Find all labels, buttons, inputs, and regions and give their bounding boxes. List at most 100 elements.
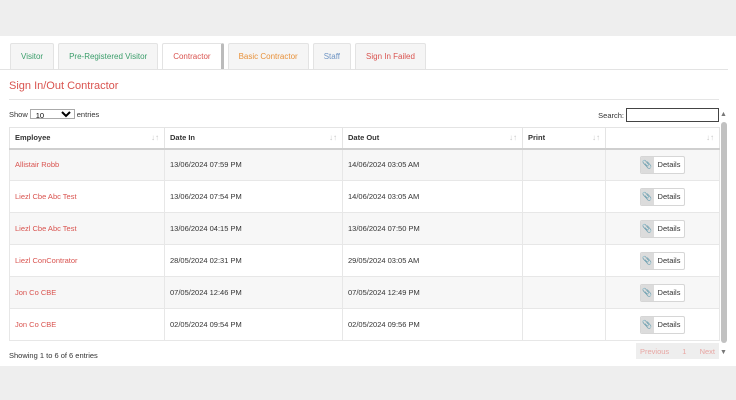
search-label: Search: <box>598 110 624 120</box>
table-row: Jon Co CBE 02/05/2024 09:54 PM 02/05/202… <box>9 308 720 341</box>
cell-date-out: 29/05/2024 03:05 AM <box>342 244 523 277</box>
search-input[interactable] <box>626 108 719 122</box>
paperclip-icon: 📎 <box>640 220 654 237</box>
cell-print <box>522 180 606 213</box>
cell-employee[interactable]: Liezl Cbe Abc Test <box>9 212 165 245</box>
sort-arrows-icon: ↓↑ <box>329 133 337 142</box>
details-button[interactable]: 📎 Details <box>639 315 686 334</box>
sort-arrows-icon: ↓↑ <box>151 133 159 142</box>
cell-date-in: 13/06/2024 04:15 PM <box>164 212 343 245</box>
tab-bar: Visitor Pre-Registered Visitor Contracto… <box>10 43 430 69</box>
contractor-table: Employee ↓↑ Date In ↓↑ Date Out ↓↑ Print ↓↑ … <box>9 127 720 341</box>
paperclip-icon: 📎 <box>640 252 654 269</box>
table-row: Allistair Robb 13/06/2024 07:59 PM 14/06… <box>9 148 720 181</box>
entries-label: entries <box>76 109 100 119</box>
sort-arrows-icon: ↓↑ <box>592 133 600 142</box>
cell-actions: 📎 Details <box>605 180 720 213</box>
cell-date-in: 13/06/2024 07:54 PM <box>164 180 343 213</box>
cell-actions: 📎 Details <box>605 308 720 341</box>
cell-date-out: 14/06/2024 03:05 AM <box>342 148 523 181</box>
cell-employee[interactable]: Allistair Robb <box>9 148 165 181</box>
cell-actions: 📎 Details <box>605 212 720 245</box>
column-header-date-out[interactable]: Date Out ↓↑ <box>342 127 523 150</box>
cell-employee[interactable]: Liezl Cbe Abc Test <box>9 180 165 213</box>
tab-label: Basic Contractor <box>238 52 298 61</box>
details-button[interactable]: 📎 Details <box>639 283 686 302</box>
show-label: Show <box>9 109 28 119</box>
cell-employee[interactable]: Jon Co CBE <box>9 308 165 341</box>
details-label: Details <box>657 160 681 170</box>
cell-actions: 📎 Details <box>605 276 720 309</box>
tab-contractor[interactable]: Contractor <box>162 43 224 69</box>
column-header-label: Print <box>528 133 546 143</box>
column-header-label: Date In <box>170 133 196 143</box>
paperclip-icon: 📎 <box>640 316 654 333</box>
paperclip-icon: 📎 <box>640 188 654 205</box>
tab-visitor[interactable]: Visitor <box>10 43 55 69</box>
table-row: Liezl Cbe Abc Test 13/06/2024 07:54 PM 1… <box>9 180 720 213</box>
details-label: Details <box>657 224 681 233</box>
previous-button[interactable]: Previous <box>640 347 669 356</box>
tab-label: Contractor <box>173 52 211 61</box>
main-panel: Visitor Pre-Registered Visitor Contracto… <box>0 36 736 366</box>
cell-actions: 📎 Details <box>605 244 720 277</box>
cell-date-out: 02/05/2024 09:56 PM <box>342 308 523 341</box>
details-label: Details <box>657 192 681 201</box>
tab-label: Staff <box>323 52 341 61</box>
tab-label: Sign In Failed <box>366 52 415 61</box>
table-row: Liezl Cbe Abc Test 13/06/2024 04:15 PM 1… <box>9 212 720 245</box>
search-control: Search: <box>598 108 719 122</box>
cell-date-in: 02/05/2024 09:54 PM <box>164 308 343 341</box>
section-title: Sign In/Out Contractor <box>9 80 119 92</box>
column-header-print[interactable]: Print ↓↑ <box>522 127 606 150</box>
details-label: Details <box>657 320 681 329</box>
cell-date-in: 28/05/2024 02:31 PM <box>164 244 343 277</box>
column-header-label: Date Out <box>348 133 380 143</box>
cell-date-out: 13/06/2024 07:50 PM <box>342 212 523 245</box>
details-label: Details <box>657 256 681 265</box>
sort-arrows-icon: ↓↑ <box>509 133 517 142</box>
tab-staff[interactable]: Staff <box>312 43 352 69</box>
table-row: Liezl ConContrator 28/05/2024 02:31 PM 2… <box>9 244 720 277</box>
cell-actions: 📎 Details <box>605 148 720 181</box>
cell-date-out: 14/06/2024 03:05 AM <box>342 180 523 213</box>
cell-print <box>522 308 606 341</box>
tab-sign-in-failed[interactable]: Sign In Failed <box>355 43 426 69</box>
cell-print <box>522 212 606 245</box>
tab-label: Pre-Registered Visitor <box>69 52 148 61</box>
tab-label: Visitor <box>21 52 44 61</box>
cell-print <box>522 276 606 309</box>
cell-employee[interactable]: Jon Co CBE <box>9 276 165 309</box>
entries-length-control: Show 10 entries <box>9 109 99 119</box>
cell-employee[interactable]: Liezl ConContrator <box>9 244 165 277</box>
table-info: Showing 1 to 6 of 6 entries <box>9 351 98 360</box>
details-button[interactable]: 📎 Details <box>639 155 686 174</box>
tab-divider <box>0 69 728 70</box>
table-row: Jon Co CBE 07/05/2024 12:46 PM 07/05/202… <box>9 276 720 309</box>
pagination: Previous 1 Next <box>636 343 719 359</box>
table-header-row: Employee ↓↑ Date In ↓↑ Date Out ↓↑ Print ↓↑ … <box>9 127 720 150</box>
scroll-up-arrow-icon[interactable]: ▲ <box>720 111 727 118</box>
cell-print <box>522 244 606 277</box>
scroll-down-arrow-icon[interactable]: ▼ <box>720 349 727 356</box>
details-button[interactable]: 📎 Details <box>639 187 686 206</box>
paperclip-icon: 📎 <box>640 156 654 173</box>
details-button[interactable]: 📎 Details <box>639 219 686 238</box>
tab-pre-registered-visitor[interactable]: Pre-Registered Visitor <box>58 43 159 69</box>
tab-basic-contractor[interactable]: Basic Contractor <box>227 43 309 69</box>
details-label: Details <box>657 288 681 297</box>
scrollbar-thumb[interactable] <box>721 122 727 343</box>
column-header-employee[interactable]: Employee ↓↑ <box>9 127 165 150</box>
column-header-label: Employee <box>15 133 51 143</box>
entries-select[interactable]: 10 <box>29 109 75 119</box>
cell-date-in: 13/06/2024 07:59 PM <box>164 148 343 181</box>
title-divider <box>9 99 719 100</box>
cell-print <box>522 148 606 181</box>
sort-arrows-icon: ↓↑ <box>706 133 714 142</box>
page-1-button[interactable]: 1 <box>682 347 686 356</box>
details-button[interactable]: 📎 Details <box>639 251 686 270</box>
column-header-date-in[interactable]: Date In ↓↑ <box>164 127 343 150</box>
next-button[interactable]: Next <box>700 347 715 356</box>
cell-date-in: 07/05/2024 12:46 PM <box>164 276 343 309</box>
column-header-actions[interactable]: ↓↑ <box>605 127 720 150</box>
